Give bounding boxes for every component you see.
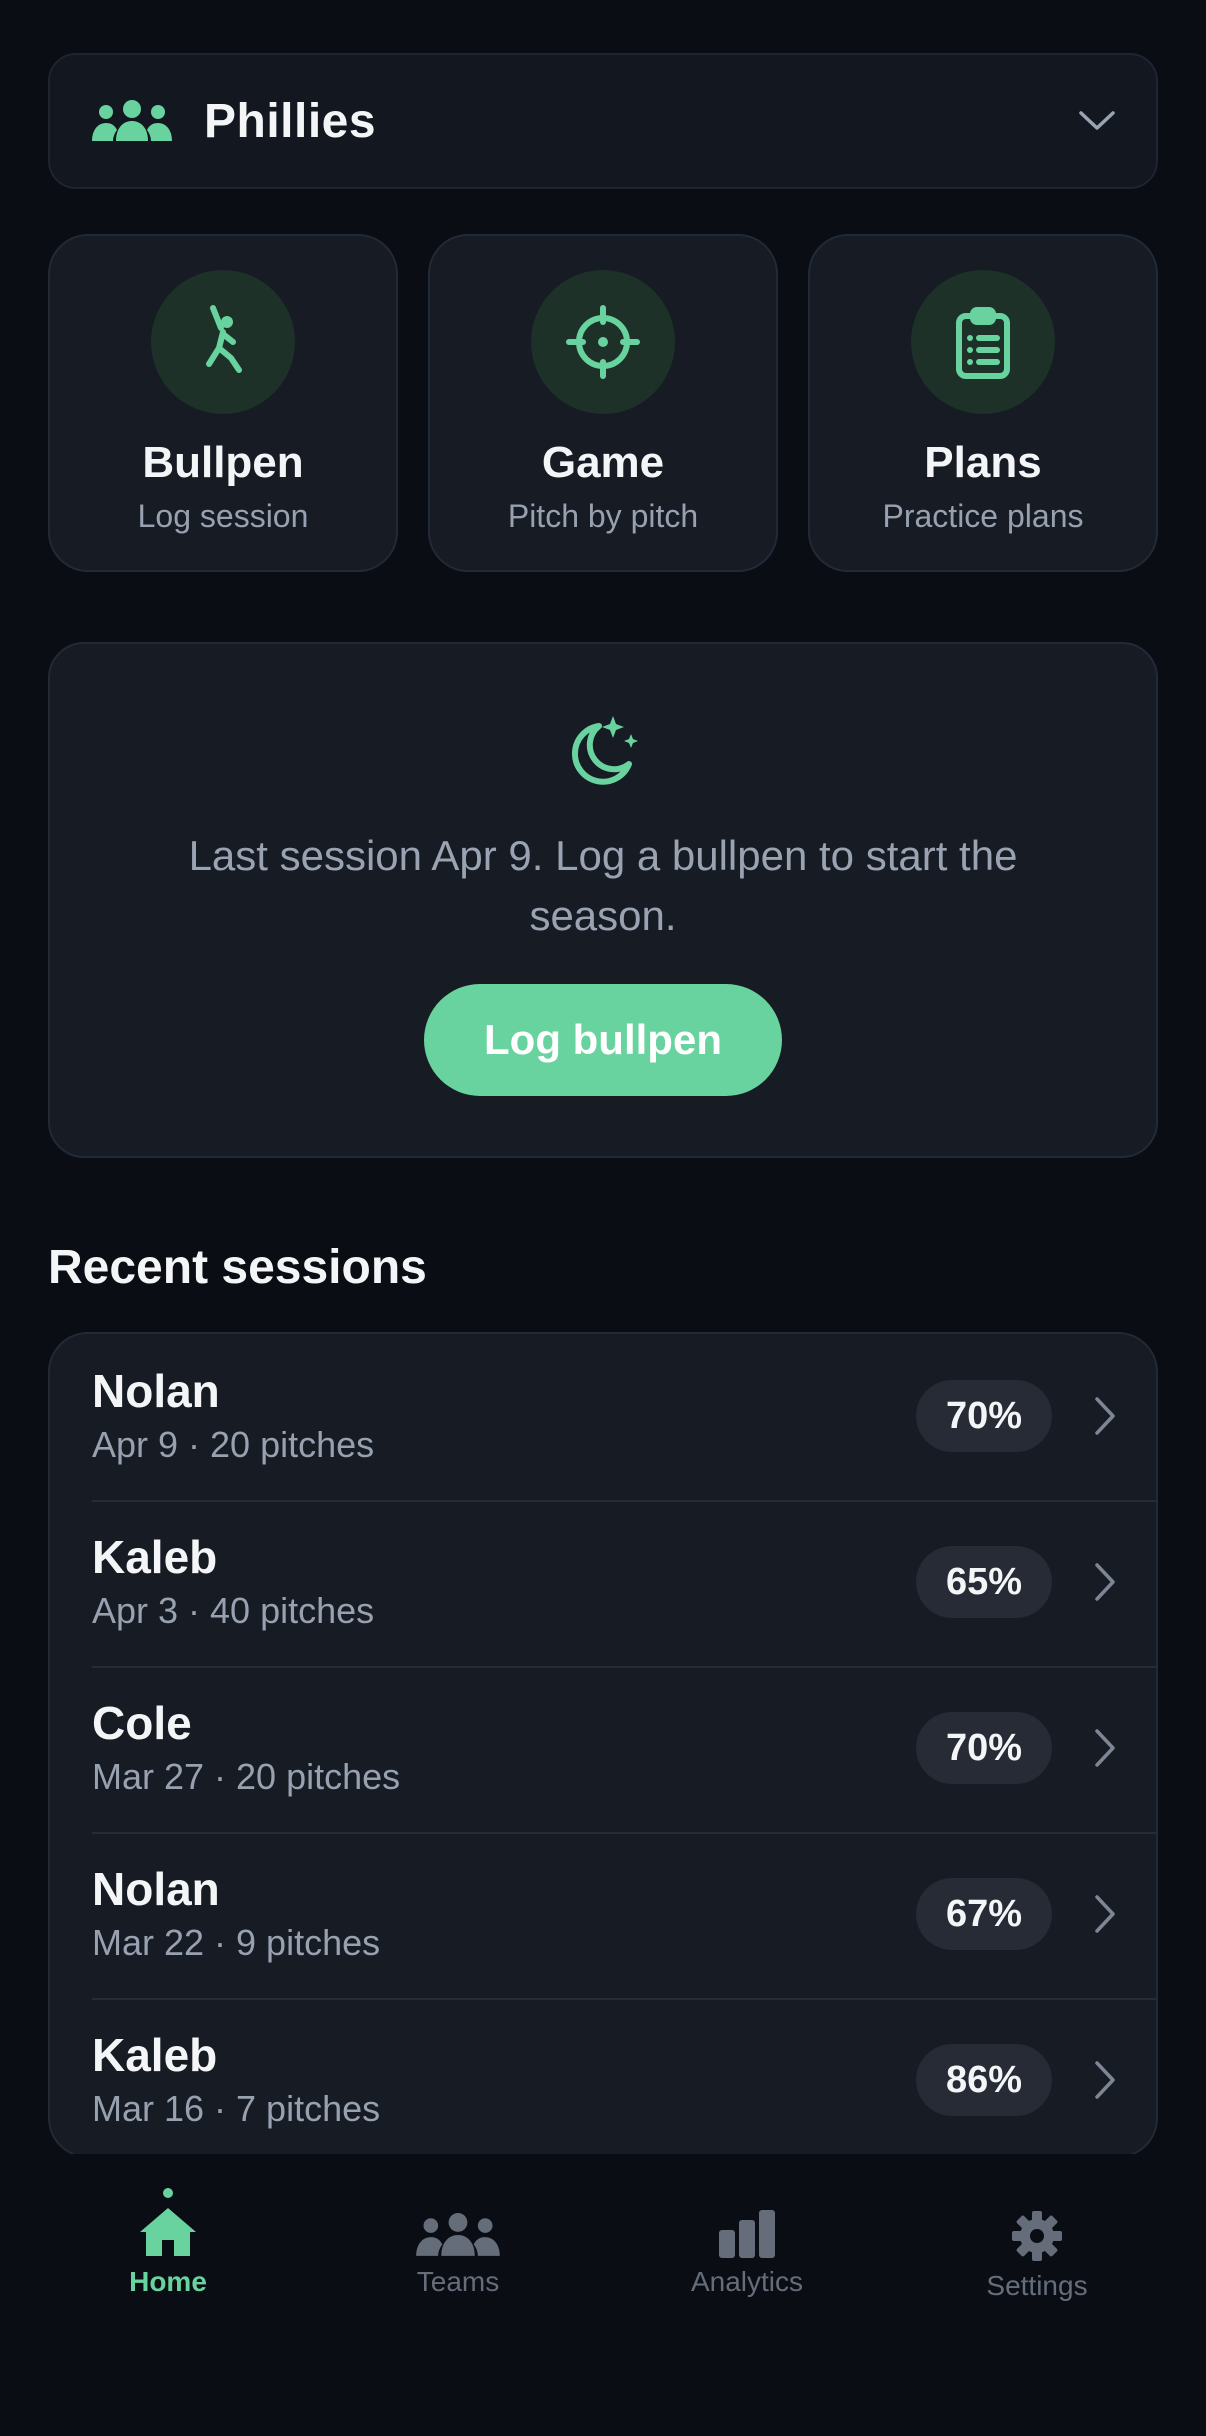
home-screen: Phillies Bullpen Log session Game Pitch … (0, 0, 1206, 2436)
tab-home-label: Home (129, 2266, 207, 2297)
plans-icon-badge (911, 270, 1055, 414)
session-row[interactable]: Kaleb Mar 16 · 7 pitches 86% (50, 1998, 1156, 2156)
active-indicator-dot (163, 2188, 173, 2198)
tab-teams[interactable]: Teams (358, 2212, 558, 2298)
session-meta: Mar 27 · 20 pitches (92, 1756, 401, 1797)
tab-analytics[interactable]: Analytics (647, 2210, 847, 2298)
tab-settings[interactable]: Settings (937, 2210, 1137, 2302)
chevron-right-icon (1095, 1397, 1115, 1435)
game-icon-badge (531, 270, 675, 414)
tab-settings-label: Settings (986, 2270, 1088, 2301)
bullpen-title: Bullpen (142, 438, 304, 487)
plans-subtitle: Practice plans (882, 498, 1084, 534)
bottom-tab-bar: Home Teams Analytics Settings (0, 2154, 1206, 2436)
session-row[interactable]: Nolan Apr 9 · 20 pitches 70% (50, 1334, 1156, 1500)
recent-sessions-title: Recent sessions (48, 1241, 427, 1294)
session-pitcher-name: Kaleb (92, 1531, 218, 1583)
bullpen-card[interactable]: Bullpen Log session (48, 234, 398, 572)
batter-icon (206, 305, 242, 373)
game-card[interactable]: Game Pitch by pitch (428, 234, 778, 572)
session-pitcher-name: Nolan (92, 1863, 220, 1915)
chevron-down-icon (1079, 111, 1115, 130)
teams-icon (416, 2213, 500, 2256)
empty-state-panel: Last session Apr 9. Log a bullpen to sta… (48, 642, 1158, 1158)
session-strike-pct-badge: 65% (916, 1546, 1052, 1618)
tab-teams-label: Teams (416, 2266, 500, 2297)
session-row[interactable]: Cole Mar 27 · 20 pitches 70% (50, 1666, 1156, 1832)
plans-title: Plans (924, 438, 1042, 487)
team-selector[interactable]: Phillies (48, 53, 1158, 189)
session-meta: Mar 22 · 9 pitches (92, 1922, 381, 1963)
plans-card[interactable]: Plans Practice plans (808, 234, 1158, 572)
tab-analytics-label: Analytics (690, 2266, 804, 2297)
chevron-right-icon (1095, 1729, 1115, 1767)
tab-home[interactable]: Home (68, 2188, 268, 2298)
session-strike-pct-badge: 86% (916, 2044, 1052, 2116)
log-bullpen-button[interactable]: Log bullpen (424, 984, 782, 1096)
empty-state-message: Last session Apr 9. Log a bullpen to sta… (188, 832, 1018, 939)
team-name: Phillies (204, 94, 377, 148)
session-pitcher-name: Cole (92, 1697, 192, 1749)
recent-sessions-list: Nolan Apr 9 · 20 pitches 70% Kaleb Apr 3… (48, 1332, 1158, 2158)
chevron-right-icon (1095, 2061, 1115, 2099)
session-meta: Mar 16 · 7 pitches (92, 2088, 381, 2129)
session-meta: Apr 3 · 40 pitches (92, 1590, 375, 1631)
home-icon (140, 2208, 196, 2256)
analytics-icon (719, 2210, 775, 2258)
crosshair-icon (566, 305, 640, 379)
bullpen-icon-badge (151, 270, 295, 414)
session-strike-pct-badge: 70% (916, 1380, 1052, 1452)
chevron-right-icon (1095, 1895, 1115, 1933)
session-pitcher-name: Nolan (92, 1365, 220, 1417)
team-icon (92, 100, 172, 141)
session-strike-pct-badge: 67% (916, 1878, 1052, 1950)
moon-stars-icon (571, 716, 638, 785)
game-title: Game (541, 438, 665, 487)
session-row[interactable]: Nolan Mar 22 · 9 pitches 67% (50, 1832, 1156, 1998)
bullpen-subtitle: Log session (137, 498, 309, 534)
session-meta: Apr 9 · 20 pitches (92, 1424, 375, 1465)
chevron-right-icon (1095, 1563, 1115, 1601)
session-pitcher-name: Kaleb (92, 2029, 218, 2081)
game-subtitle: Pitch by pitch (507, 498, 699, 534)
settings-icon (1012, 2211, 1062, 2261)
session-row[interactable]: Kaleb Apr 3 · 40 pitches 65% (50, 1500, 1156, 1666)
clipboard-icon (956, 307, 1010, 379)
session-strike-pct-badge: 70% (916, 1712, 1052, 1784)
